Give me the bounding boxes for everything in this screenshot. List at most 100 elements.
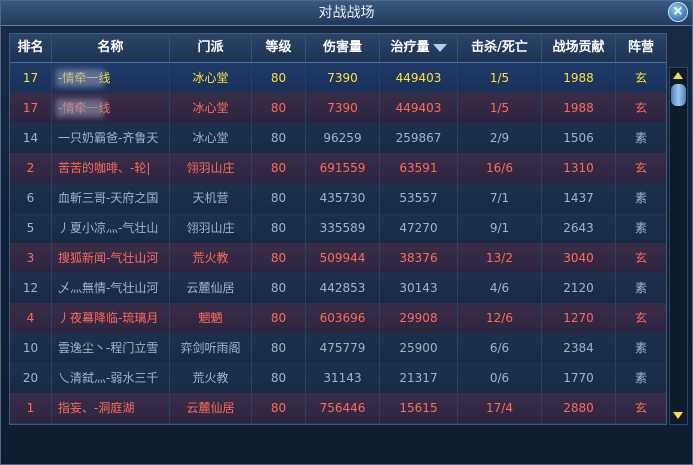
table-header: 排名 名称 门派 等级 伤害量 治疗量 击杀/死亡 战场贡献 阵营 [10,34,666,63]
column-header-name[interactable]: 名称 [52,34,170,62]
column-header-damage[interactable]: 伤害量 [306,34,380,62]
cell-kd: 17/4 [458,393,542,423]
column-header-heal[interactable]: 治疗量 [380,34,458,62]
cell-contrib: 1437 [542,183,616,213]
table-row[interactable]: 5 丿夏小凉灬-气壮山 翎羽山庄 80 335589 47270 9/1 2643 素 [10,213,666,244]
cell-sect: 云麓仙居 [170,273,252,303]
cell-heal: 25900 [380,333,458,363]
cell-heal: 30143 [380,273,458,303]
table-row[interactable]: 17-情牵一线冰心堂8073904494031/51988玄 [10,63,666,94]
cell-camp: 玄 [634,161,647,175]
cell-heal: 38376 [380,243,458,273]
cell-name: 搜狐新闻-气壮山河 [52,243,170,273]
cell-rank: 17 [10,93,52,123]
cell-damage: 509944 [306,243,380,273]
table-row[interactable]: 12 乄灬無情-气壮山河 云麓仙居 80 442853 30143 4/6 2120 素 [10,273,666,304]
cell-name: 苦苦的咖啡、-轮| [52,153,170,183]
cell-kd: 1/5 [458,63,542,93]
cell-kd: 13/2 [458,243,542,273]
cell-sect: 翎羽山庄 [170,213,252,243]
cell-sect: 荒火教 [170,243,252,273]
cell-heal: 449403 [380,63,458,93]
cell-level: 80 [252,213,306,243]
cell-level: 80 [252,273,306,303]
cell-sect: 云麓仙居 [170,393,252,423]
column-header-heal-label: 治疗量 [390,40,430,55]
scroll-thumb[interactable] [671,84,686,106]
cell-level: 80 [252,393,306,423]
cell-kd: 7/1 [458,183,542,213]
table-row[interactable]: 17-情牵一线冰心堂8073904494031/51988玄 [10,93,666,124]
cell-damage: 756446 [306,393,380,423]
table-row[interactable]: 10 雲逸尘丶-程门立雪 弈剑听雨阁 80 475779 25900 6/6 2384 素 [10,333,666,364]
cell-camp: 玄 [634,311,647,325]
cell-camp: 素 [634,221,647,235]
cell-level: 80 [252,333,306,363]
table-row[interactable]: 6 血斬三哥-天府之国 天机营 80 435730 53557 7/1 1437 素 [10,183,666,214]
cell-rank: 5 [10,213,52,243]
cell-contrib: 1506 [542,123,616,153]
cell-rank: 14 [10,123,52,153]
cell-camp: 素 [634,281,647,295]
cell-level: 80 [252,63,306,93]
arrow-down-icon [673,412,683,419]
cell-damage: 335589 [306,213,380,243]
cell-heal: 21317 [380,363,458,393]
scroll-down-button[interactable] [671,409,686,423]
cell-heal: 63591 [380,153,458,183]
cell-damage: 7390 [306,93,380,123]
cell-kd: 9/1 [458,213,542,243]
window-titlebar: 对战战场 [1,1,692,26]
table-row[interactable]: 3 搜狐新闻-气壮山河 荒火教 80 509944 38376 13/2 3040 玄 [10,243,666,274]
cell-name: 雲逸尘丶-程门立雪 [52,333,170,363]
column-header-contrib[interactable]: 战场贡献 [542,34,616,62]
cell-sect: 冰心堂 [170,123,252,153]
cell-heal: 47270 [380,213,458,243]
cell-level: 80 [252,363,306,393]
cell-level: 80 [252,153,306,183]
cell-level: 80 [252,123,306,153]
cell-kd: 1/5 [458,93,542,123]
column-header-sect[interactable]: 门派 [170,34,252,62]
cell-damage: 435730 [306,183,380,213]
cell-damage: 7390 [306,63,380,93]
cell-contrib: 1310 [542,153,616,183]
cell-sect: 天机营 [170,183,252,213]
column-header-level[interactable]: 等级 [252,34,306,62]
cell-kd: 2/9 [458,123,542,153]
cell-kd: 16/6 [458,153,542,183]
cell-sect: 冰心堂 [170,63,252,93]
column-header-camp[interactable]: 阵营 [616,34,666,62]
table-row[interactable]: 4 丿夜幕降临-琉璃月 魍魉 80 603696 29908 12/6 1270 玄 [10,303,666,334]
cell-damage: 31143 [306,363,380,393]
cell-contrib: 1988 [542,93,616,123]
cell-kd: 4/6 [458,273,542,303]
scroll-up-button[interactable] [671,69,686,83]
cell-rank: 20 [10,363,52,393]
cell-camp: 素 [634,341,647,355]
table-row[interactable]: 1 指妄、-洞庭湖 云麓仙居 80 756446 15615 17/4 2880 玄 [10,393,666,424]
cell-damage: 691559 [306,153,380,183]
cell-damage: 475779 [306,333,380,363]
cell-name: 乄灬無情-气壮山河 [52,273,170,303]
column-header-kd[interactable]: 击杀/死亡 [458,34,542,62]
cell-camp: 玄 [634,101,647,115]
cell-camp: 玄 [634,251,647,265]
arrow-up-icon [673,72,683,79]
cell-contrib: 1770 [542,363,616,393]
cell-camp: 素 [634,131,647,145]
cell-sect: 荒火教 [170,363,252,393]
cell-rank: 4 [10,303,52,333]
cell-name: 指妄、-洞庭湖 [52,393,170,423]
cell-name: 血斬三哥-天府之国 [52,183,170,213]
vertical-scrollbar[interactable] [669,67,688,425]
table-row[interactable]: 14 一只奶霸爸-齐鲁天 冰心堂 80 96259 259867 2/9 1506 素 [10,123,666,154]
close-button[interactable]: × [668,2,688,22]
table-row[interactable]: 20 乀清弑灬-弱水三千 荒火教 80 31143 21317 0/6 1770 素 [10,363,666,394]
column-header-rank[interactable]: 排名 [10,34,52,62]
table-row[interactable]: 2 苦苦的咖啡、-轮| 翎羽山庄 80 691559 63591 16/6 1310 玄 [10,153,666,184]
cell-contrib: 1270 [542,303,616,333]
cell-name: 一只奶霸爸-齐鲁天 [52,123,170,153]
cell-heal: 53557 [380,183,458,213]
cell-camp: 素 [634,191,647,205]
